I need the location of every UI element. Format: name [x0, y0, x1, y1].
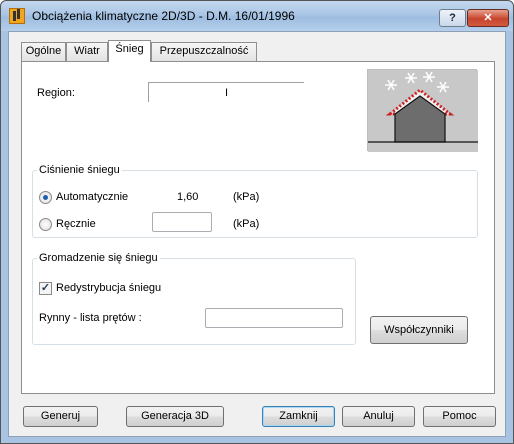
region-value: I: [225, 87, 229, 99]
close-button[interactable]: Zamknij: [262, 406, 335, 427]
snow-accumulation-group: Gromadzenie się śniegu: [32, 252, 356, 345]
help-button[interactable]: Pomoc: [423, 406, 496, 427]
gutters-bars-input[interactable]: [205, 308, 343, 328]
window-title: Obciążenia klimatyczne 2D/3D - D.M. 16/0…: [32, 9, 295, 23]
tab-wind[interactable]: Wiatr: [66, 42, 108, 61]
help-title-button[interactable]: ?: [439, 9, 466, 27]
automatic-unit: (kPa): [233, 191, 260, 203]
region-label: Region:: [37, 87, 75, 99]
tab-permeability[interactable]: Przepuszczalność: [151, 42, 257, 61]
tab-snow[interactable]: Śnieg: [108, 40, 151, 62]
cancel-button[interactable]: Anuluj: [342, 406, 415, 427]
dialog-window: Obciążenia klimatyczne 2D/3D - D.M. 16/0…: [0, 0, 514, 444]
manual-pressure-input[interactable]: [152, 212, 212, 232]
region-field[interactable]: I: [148, 82, 304, 102]
tab-general[interactable]: Ogólne: [21, 42, 66, 61]
generate-3d-button[interactable]: Generacja 3D: [126, 406, 224, 427]
app-logo-icon: [9, 8, 25, 24]
snow-pressure-legend: Ciśnienie śniegu: [39, 164, 120, 176]
close-title-button[interactable]: ✕: [467, 9, 509, 27]
dialog-client: Ogólne Wiatr Śnieg Przepuszczalność Regi…: [8, 31, 506, 437]
manual-label: Ręcznie: [56, 218, 96, 230]
snow-accumulation-legend: Gromadzenie się śniegu: [39, 252, 158, 264]
automatic-radio[interactable]: [39, 191, 52, 204]
house-snow-illustration: [368, 70, 478, 152]
automatic-value: 1,60: [177, 191, 199, 203]
manual-radio[interactable]: [39, 218, 52, 231]
redistribution-label: Redystrybucja śniegu: [56, 282, 162, 294]
redistribution-checkbox[interactable]: ✓: [39, 282, 52, 295]
title-bar[interactable]: Obciążenia klimatyczne 2D/3D - D.M. 16/0…: [1, 1, 513, 31]
manual-unit: (kPa): [233, 218, 260, 230]
automatic-label: Automatycznie: [56, 191, 129, 203]
snow-roof-preview: [367, 69, 478, 152]
generate-button[interactable]: Generuj: [23, 406, 98, 427]
coefficients-button[interactable]: Współczynniki: [370, 316, 468, 344]
snow-panel: Region: I Ciśnienie śniegu Automatycznie…: [21, 61, 495, 394]
gutters-label: Rynny - lista prętów :: [39, 312, 142, 324]
